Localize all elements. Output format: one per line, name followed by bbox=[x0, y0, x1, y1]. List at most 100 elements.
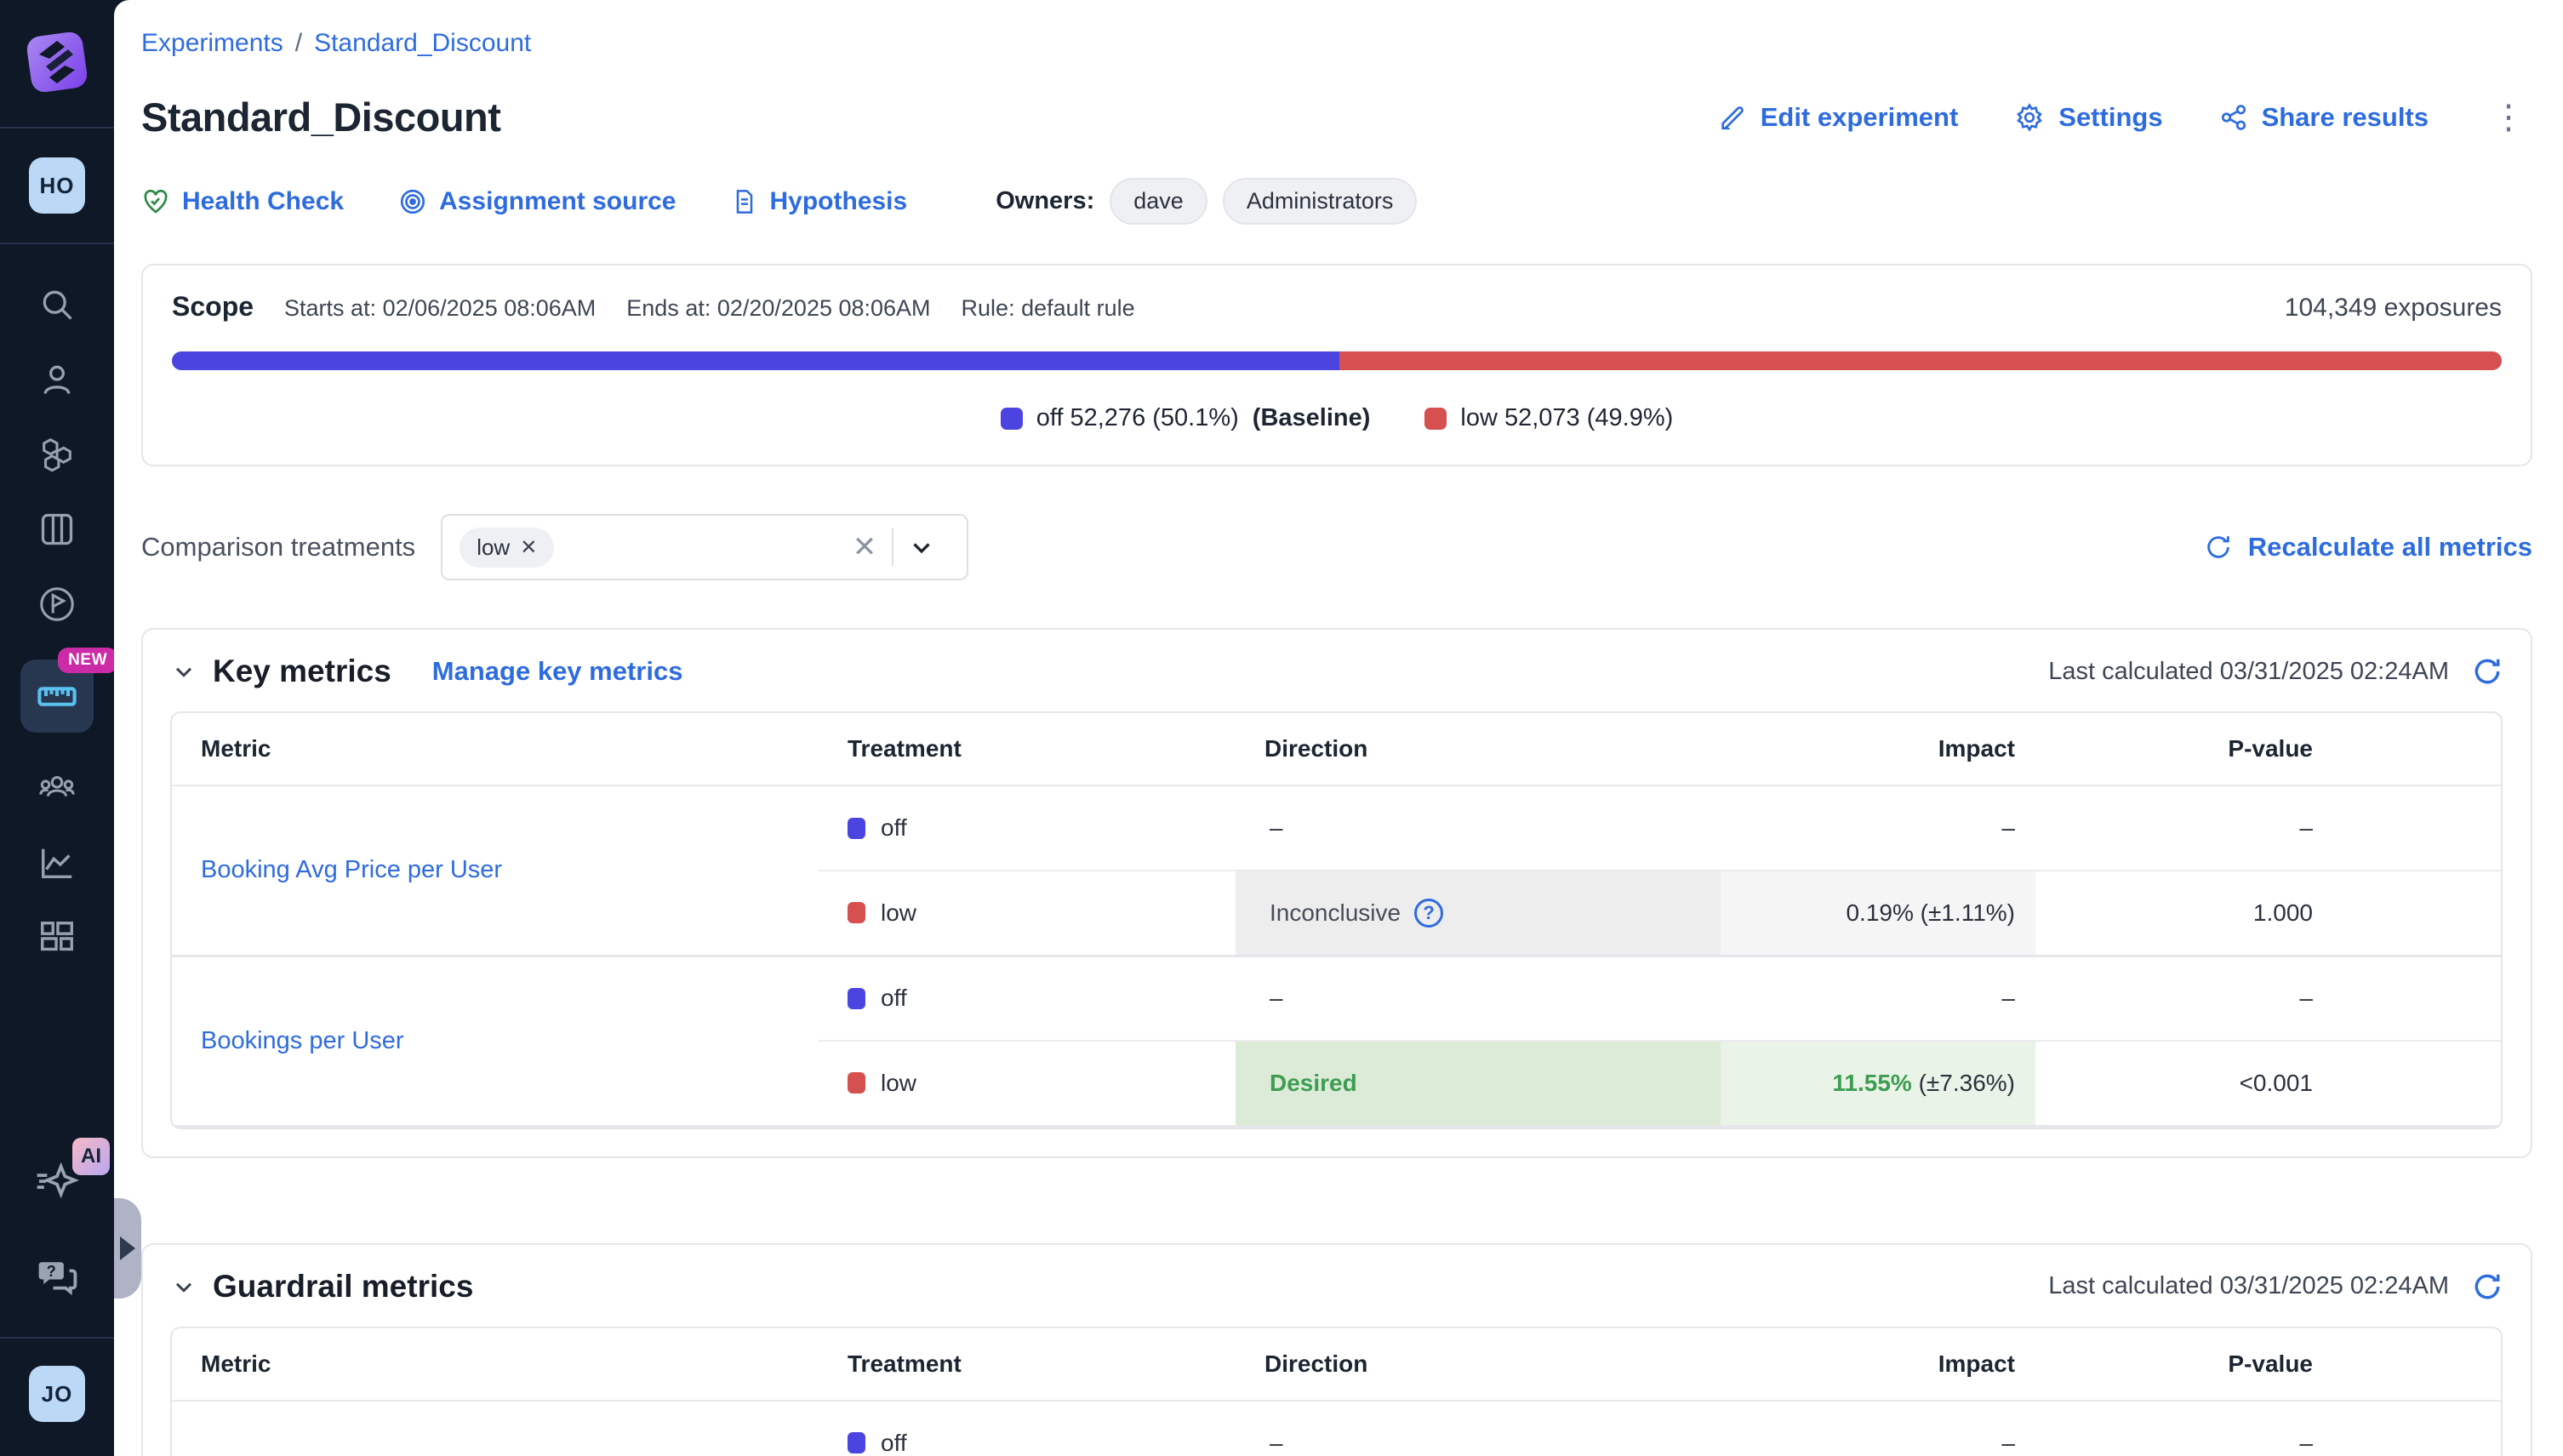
main-content: Experiments / Standard_Discount Standard… bbox=[114, 0, 2563, 1456]
allocation-bar bbox=[172, 351, 2502, 370]
swatch-low bbox=[848, 1072, 865, 1093]
help-chat-icon[interactable]: ? bbox=[34, 1253, 80, 1303]
guardrail-metrics-table: Metric Treatment Direction Impact P-valu… bbox=[170, 1327, 2503, 1456]
treatment-select[interactable]: low ✕ ✕ bbox=[441, 514, 968, 580]
direction-cell: – bbox=[1236, 785, 1721, 871]
last-calculated-text: Last calculated 03/31/2025 02:24AM bbox=[2048, 658, 2449, 686]
collapse-chevron-icon[interactable] bbox=[170, 658, 197, 685]
recalculate-all-button[interactable]: Recalculate all metrics bbox=[2204, 532, 2532, 562]
metric-row-guardrail-1: Avg Download Duration Alert off – – – 23… bbox=[172, 1401, 2503, 1456]
impact-ci: (±1.11%) bbox=[1921, 899, 2015, 926]
health-check-label: Health Check bbox=[182, 187, 344, 216]
recalculate-label: Recalculate all metrics bbox=[2248, 532, 2532, 562]
search-icon[interactable] bbox=[37, 285, 77, 324]
select-clear-icon[interactable]: ✕ bbox=[837, 530, 893, 564]
col-metric: Metric bbox=[172, 1328, 819, 1401]
settings-label: Settings bbox=[2058, 102, 2162, 133]
question-circle-icon[interactable]: ? bbox=[1414, 899, 1443, 928]
col-pvalue: P-value bbox=[2035, 713, 2333, 785]
page-title: Standard_Discount bbox=[141, 94, 500, 140]
impact-cell: 11.55% (±7.36%) bbox=[1721, 1041, 2035, 1126]
col-impact: Impact bbox=[1721, 713, 2035, 785]
hypothesis-label: Hypothesis bbox=[770, 187, 908, 216]
assignment-source-label: Assignment source bbox=[439, 187, 676, 216]
feature-flag-icon[interactable] bbox=[37, 585, 77, 624]
gear-icon bbox=[2014, 102, 2045, 133]
owner-pill-dave[interactable]: dave bbox=[1110, 178, 1207, 225]
impact-cell: – bbox=[1721, 956, 2035, 1041]
share-results-button[interactable]: Share results bbox=[2219, 102, 2429, 133]
treatment-chip-label: low bbox=[477, 534, 510, 561]
legend-baseline-text: (Baseline) bbox=[1253, 404, 1371, 432]
treatment-chip-low[interactable]: low ✕ bbox=[460, 528, 554, 568]
kebab-menu-icon[interactable]: ⋮ bbox=[2485, 100, 2532, 134]
sidebar-divider bbox=[0, 1337, 114, 1339]
user-avatar[interactable]: JO bbox=[29, 1366, 85, 1422]
ai-assistant-button[interactable]: AI bbox=[33, 1156, 81, 1208]
columns-icon[interactable] bbox=[37, 510, 77, 549]
statsig-logo-icon[interactable] bbox=[27, 32, 87, 96]
direction-cell-inconclusive: Inconclusive? bbox=[1236, 871, 1721, 956]
sidebar-item-experiments-active[interactable]: NEW bbox=[20, 659, 94, 733]
user-icon[interactable] bbox=[37, 360, 77, 399]
sidebar-expand-handle[interactable] bbox=[114, 1198, 141, 1299]
metrics-chart-icon[interactable] bbox=[37, 843, 77, 882]
target-icon bbox=[398, 187, 427, 216]
hypothesis-link[interactable]: Hypothesis bbox=[731, 187, 908, 216]
swatch-off bbox=[848, 818, 865, 839]
col-direction: Direction bbox=[1236, 1328, 1721, 1401]
health-check-link[interactable]: Health Check bbox=[141, 187, 344, 216]
metric-link[interactable]: Booking Avg Price per User bbox=[201, 856, 502, 883]
breadcrumb-current[interactable]: Standard_Discount bbox=[314, 29, 531, 58]
treatment-label: off bbox=[881, 985, 907, 1012]
new-badge: NEW bbox=[58, 648, 117, 673]
audiences-people-icon[interactable] bbox=[37, 768, 77, 808]
scope-card: Scope Starts at: 02/06/2025 08:06AM Ends… bbox=[141, 264, 2532, 466]
legend-item-low: low 52,073 (49.9%) bbox=[1424, 404, 1673, 432]
direction-label: Inconclusive bbox=[1270, 899, 1401, 927]
scope-title: Scope bbox=[172, 291, 254, 323]
refresh-icon[interactable] bbox=[2471, 1270, 2503, 1303]
swatch-low bbox=[848, 902, 865, 923]
legend-swatch-off bbox=[1001, 408, 1023, 430]
metric-link[interactable]: Bookings per User bbox=[201, 1027, 404, 1054]
collapse-chevron-icon[interactable] bbox=[170, 1273, 197, 1300]
chevron-down-icon[interactable] bbox=[893, 533, 950, 562]
allocation-legend: off 52,276 (50.1%) (Baseline) low 52,073… bbox=[172, 404, 2502, 432]
assignment-source-link[interactable]: Assignment source bbox=[398, 187, 676, 216]
allocation-bar-low bbox=[1339, 351, 2502, 370]
manage-key-metrics-link[interactable]: Manage key metrics bbox=[432, 656, 683, 687]
breadcrumb-experiments[interactable]: Experiments bbox=[141, 29, 283, 58]
edit-experiment-label: Edit experiment bbox=[1761, 102, 1959, 133]
key-metrics-title: Key metrics bbox=[213, 654, 391, 689]
value-cell: 0.1 bbox=[2333, 1041, 2503, 1126]
edit-experiment-button[interactable]: Edit experiment bbox=[1718, 102, 1959, 133]
segments-hexagons-icon[interactable] bbox=[37, 435, 77, 474]
value-cell: 238.3 bbox=[2333, 1401, 2503, 1456]
settings-button[interactable]: Settings bbox=[2014, 102, 2162, 133]
col-direction: Direction bbox=[1236, 713, 1721, 785]
pvalue-cell: 1.000 bbox=[2035, 871, 2333, 956]
value-cell: 1.0 bbox=[2333, 785, 2503, 871]
pvalue-cell: – bbox=[2035, 785, 2333, 871]
chip-remove-icon[interactable]: ✕ bbox=[520, 535, 537, 560]
treatment-label: off bbox=[881, 1430, 907, 1456]
treatment-label: off bbox=[881, 814, 907, 842]
ruler-icon bbox=[35, 674, 79, 718]
org-badge[interactable]: HO bbox=[29, 157, 85, 214]
metric-row-bookings-per-user: Bookings per User off – – – 0.1 low Desi… bbox=[172, 956, 2503, 1126]
pvalue-cell: <0.001 bbox=[2035, 1041, 2333, 1126]
breadcrumb: Experiments / Standard_Discount bbox=[141, 29, 2532, 58]
impact-cell: – bbox=[1721, 785, 2035, 871]
owner-pill-administrators[interactable]: Administrators bbox=[1223, 178, 1418, 225]
sidebar: HO NEW bbox=[0, 0, 114, 1456]
expand-arrow-icon bbox=[120, 1236, 135, 1260]
last-calculated-text: Last calculated 03/31/2025 02:24AM bbox=[2048, 1272, 2449, 1300]
health-heart-icon bbox=[141, 187, 170, 216]
scope-rule: Rule: default rule bbox=[962, 295, 1135, 322]
dashboard-grid-icon[interactable] bbox=[37, 918, 77, 957]
ai-badge: AI bbox=[72, 1138, 110, 1175]
swatch-off bbox=[848, 988, 865, 1009]
treatment-label: low bbox=[881, 1070, 916, 1097]
refresh-icon[interactable] bbox=[2471, 655, 2503, 688]
